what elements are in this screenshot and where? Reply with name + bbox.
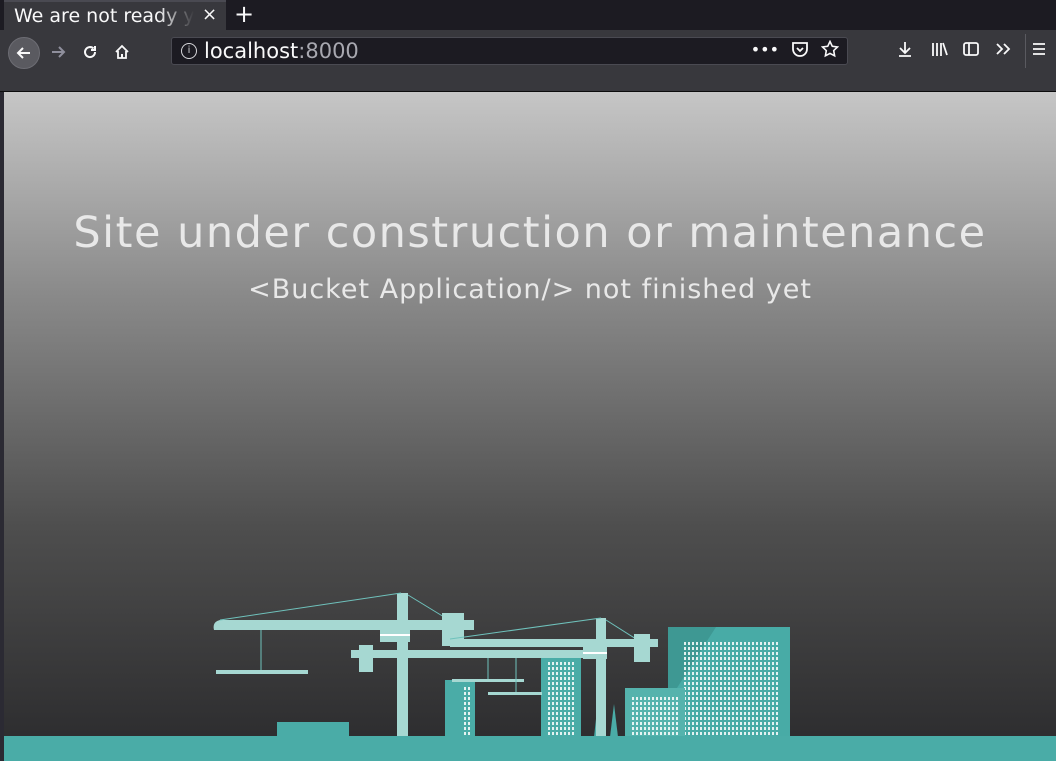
sidebar-icon <box>963 42 979 56</box>
tab-bar: We are not ready yet × + <box>0 0 1056 30</box>
sidebar-button[interactable] <box>962 40 980 63</box>
hamburger-menu-icon <box>1033 43 1045 55</box>
toolbar-right <box>856 34 1056 68</box>
navigation-toolbar: i localhost:8000 ••• <box>0 30 1056 74</box>
library-button[interactable] <box>930 40 948 63</box>
download-button[interactable] <box>896 40 914 63</box>
ground <box>4 736 1056 761</box>
back-button[interactable] <box>8 37 40 69</box>
url-text[interactable]: localhost:8000 <box>204 39 359 63</box>
page-content: Site under construction or maintenance <… <box>4 92 1056 761</box>
reload-button[interactable] <box>74 36 106 68</box>
info-icon[interactable]: i <box>181 43 197 59</box>
url-bar[interactable]: i localhost:8000 ••• <box>171 37 848 65</box>
back-arrow-icon <box>16 47 30 59</box>
bookmark-star-icon[interactable] <box>821 40 839 58</box>
pocket-icon[interactable] <box>791 40 809 58</box>
overflow-menu-button[interactable] <box>994 40 1012 63</box>
download-icon <box>899 42 911 57</box>
url-bar-actions: ••• <box>751 40 839 59</box>
home-icon <box>115 44 129 59</box>
url-host: localhost <box>204 39 299 63</box>
overflow-icon <box>996 43 1011 55</box>
toolbar-bottom-strip <box>0 74 1056 92</box>
toolbar-divider <box>1025 34 1026 68</box>
construction-illustration <box>4 592 1056 761</box>
home-button[interactable] <box>106 36 138 68</box>
reload-icon <box>84 46 97 59</box>
more-icon[interactable]: ••• <box>751 40 779 59</box>
tab-close-icon[interactable]: × <box>202 4 217 25</box>
forward-arrow-icon <box>52 46 66 58</box>
tab-active[interactable]: We are not ready yet × <box>4 0 226 30</box>
tab-title: We are not ready yet <box>14 5 194 27</box>
building-windows <box>682 640 778 748</box>
app-menu-button[interactable] <box>1030 40 1048 63</box>
new-tab-button[interactable]: + <box>234 0 254 28</box>
library-icon <box>932 42 948 56</box>
forward-button[interactable] <box>42 36 74 68</box>
url-port: :8000 <box>298 39 359 63</box>
